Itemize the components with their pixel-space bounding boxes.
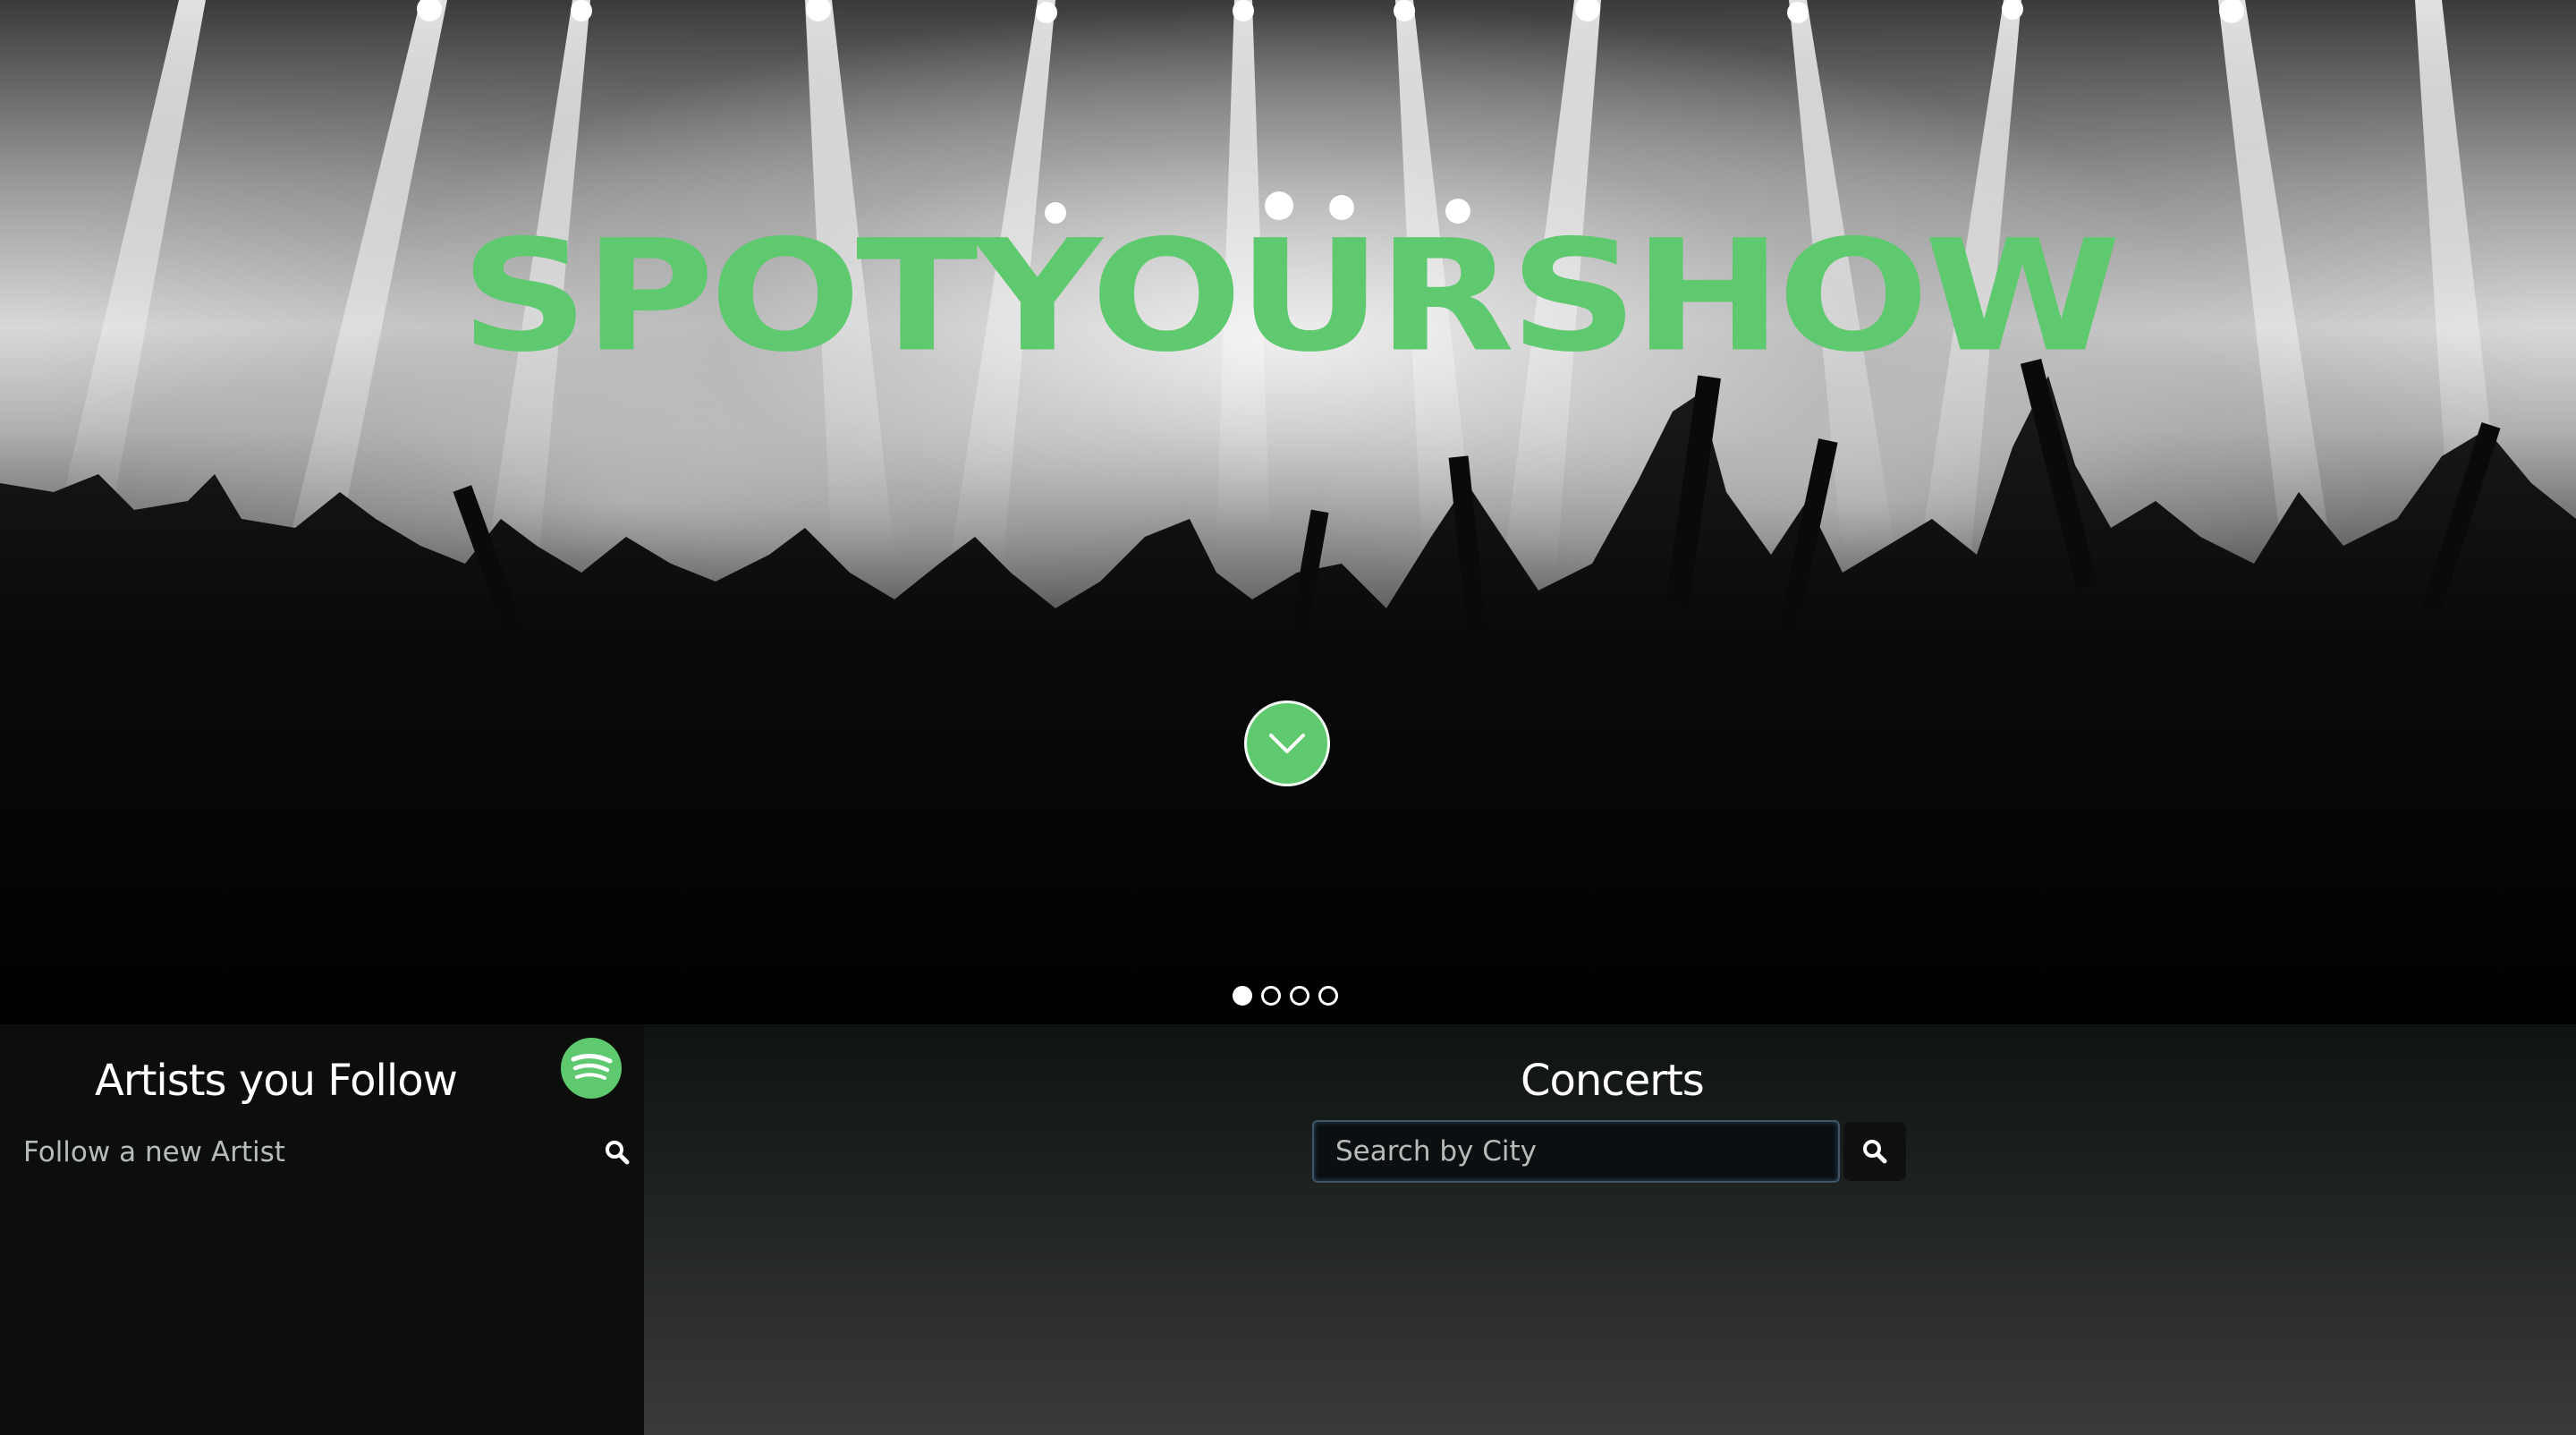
scroll-down-button[interactable] [1244, 701, 1330, 786]
spotify-icon[interactable] [560, 1037, 623, 1100]
carousel-indicators [1233, 986, 1338, 1006]
concerts-title: Concerts [1521, 1056, 1705, 1106]
chevron-down-icon [1269, 734, 1305, 753]
search-icon[interactable] [605, 1140, 630, 1165]
city-search-input[interactable] [1312, 1120, 1840, 1183]
crowd-silhouette-image [0, 358, 2576, 1024]
carousel-dot-2[interactable] [1261, 986, 1281, 1006]
carousel-dot-4[interactable] [1318, 986, 1338, 1006]
city-search-button[interactable] [1843, 1122, 1906, 1181]
follow-artist-row [21, 1129, 630, 1176]
carousel-dot-1[interactable] [1233, 986, 1252, 1006]
search-icon [1863, 1140, 1887, 1164]
follow-artist-input[interactable] [21, 1135, 562, 1169]
hero-banner: SPOTYOURSHOW [0, 0, 2576, 1024]
carousel-dot-3[interactable] [1290, 986, 1309, 1006]
artists-title: Artists you Follow [95, 1056, 458, 1106]
site-logo: SPOTYOURSHOW [460, 207, 2121, 386]
